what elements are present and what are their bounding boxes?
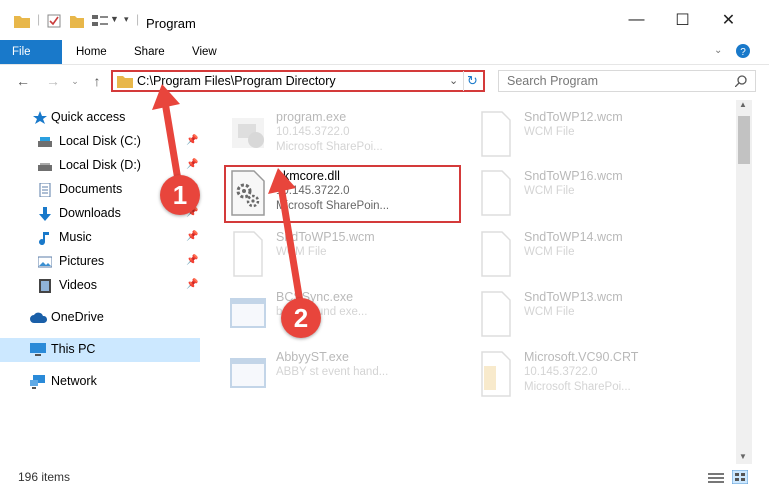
file-name: SndToWP13.wcm [524, 290, 623, 304]
blank-file-icon [481, 111, 511, 157]
tab-file[interactable]: File [0, 40, 62, 64]
divider [463, 71, 464, 91]
file-version: 10.145.3722.0 [524, 366, 598, 378]
scroll-down-arrow-icon[interactable]: ▼ [739, 452, 747, 461]
qa-dropdown-icon[interactable]: ▼ [110, 14, 119, 24]
file-name: SndToWP14.wcm [524, 230, 623, 244]
file-name: Microsoft.VC90.CRT [524, 350, 639, 364]
minimize-button[interactable]: — [614, 0, 659, 40]
pictures-icon [38, 256, 52, 268]
file-name: SndToWP12.wcm [524, 110, 623, 124]
blank-file-icon [481, 231, 511, 277]
sidebar-item-label: Downloads [59, 206, 121, 220]
exe-window-icon [230, 358, 266, 388]
blank-file-icon [481, 170, 511, 216]
customize-qa-icon[interactable]: ▾ [124, 14, 129, 25]
separator: | [136, 12, 140, 26]
folder-icon [117, 76, 133, 88]
search-icon[interactable] [735, 75, 747, 87]
blank-file-icon [481, 291, 511, 337]
separator: | [37, 12, 41, 26]
svg-text:?: ? [740, 47, 746, 58]
scrollbar-thumb[interactable] [738, 116, 750, 164]
manifest-file-icon [481, 351, 511, 397]
file-type: WCM File [524, 185, 575, 197]
file-company: Microsoft SharePoi... [524, 381, 631, 393]
scroll-up-arrow-icon[interactable]: ▲ [739, 100, 747, 109]
title-bar: | ▼ ▾ | Program — ☐ ✕ [0, 0, 769, 40]
help-icon[interactable]: ? [736, 44, 750, 58]
downloads-icon [39, 207, 51, 221]
properties-icon[interactable] [47, 14, 61, 28]
sidebar-item-label: Pictures [59, 254, 105, 268]
refresh-icon[interactable]: ↻ [467, 73, 478, 89]
file-description: ABBY st event hand... [276, 366, 389, 378]
address-dropdown-icon[interactable]: ⌄ [449, 74, 458, 87]
pc-icon [30, 343, 46, 356]
item-count: 196 items [18, 470, 71, 484]
new-folder-icon[interactable] [70, 14, 84, 28]
sidebar-item-label: Music [59, 230, 92, 244]
large-icons-view-icon[interactable] [732, 470, 748, 484]
forward-arrow-icon[interactable]: → [44, 72, 62, 90]
step-1-badge: 1 [160, 175, 200, 215]
music-icon [39, 232, 49, 245]
file-tile-sndtowp14[interactable]: SndToWP14.wcm WCM File [476, 230, 706, 286]
recent-locations-icon[interactable]: ⌄ [66, 72, 84, 90]
tab-view[interactable]: View [182, 40, 227, 64]
file-type: WCM File [524, 126, 575, 138]
tab-home[interactable]: Home [66, 40, 117, 64]
file-type: WCM File [524, 246, 575, 258]
sidebar-item-network[interactable]: Network [0, 370, 200, 394]
maximize-button[interactable]: ☐ [660, 0, 705, 40]
file-tile-sndtowp16[interactable]: SndToWP16.wcm WCM File [476, 169, 706, 225]
search-placeholder: Search Program [507, 74, 599, 88]
drive-icon [38, 137, 52, 147]
file-name: SndToWP16.wcm [524, 169, 623, 183]
sidebar-item-label: Local Disk (C:) [59, 134, 141, 148]
file-name: AbbyyST.exe [276, 350, 349, 364]
file-tile-microsoft-vc90-crt[interactable]: Microsoft.VC90.CRT 10.145.3722.0 Microso… [476, 350, 706, 406]
onedrive-icon [30, 312, 48, 323]
file-tile-sndtowp12[interactable]: SndToWP12.wcm WCM File [476, 110, 706, 166]
file-tile-abbyyst-exe[interactable]: AbbyyST.exe ABBY st event hand... [228, 350, 458, 406]
status-bar [0, 466, 769, 488]
ribbon-expand-icon[interactable]: ⌄ [714, 45, 722, 56]
sidebar-item-label: Documents [59, 182, 123, 196]
view-options-icon[interactable] [92, 14, 108, 28]
sidebar-item-label: Videos [59, 278, 97, 292]
sidebar-item-label: This PC [51, 342, 96, 356]
sidebar-item-label: OneDrive [51, 310, 104, 324]
window-title: Program [146, 16, 196, 31]
folder-icon [14, 16, 30, 28]
back-arrow-icon[interactable]: ← [14, 72, 32, 90]
sidebar-item-label: Local Disk (D:) [59, 158, 141, 172]
drive-icon [38, 163, 52, 171]
documents-icon [39, 183, 51, 197]
tab-share[interactable]: Share [124, 40, 175, 64]
up-arrow-icon[interactable]: ↑ [88, 72, 106, 90]
details-view-icon[interactable] [708, 472, 724, 484]
network-icon [30, 375, 45, 389]
videos-icon [39, 279, 51, 293]
sidebar-item-this-pc[interactable]: This PC [0, 338, 200, 362]
search-input[interactable]: Search Program [498, 70, 756, 92]
sidebar-item-label: Quick access [51, 110, 126, 124]
file-tile-sndtowp13[interactable]: SndToWP13.wcm WCM File [476, 290, 706, 346]
close-button[interactable]: ✕ [706, 0, 751, 40]
step-2-badge: 2 [281, 298, 321, 338]
file-type: WCM File [524, 306, 575, 318]
star-icon [33, 111, 47, 124]
sidebar-item-label: Network [51, 374, 97, 388]
